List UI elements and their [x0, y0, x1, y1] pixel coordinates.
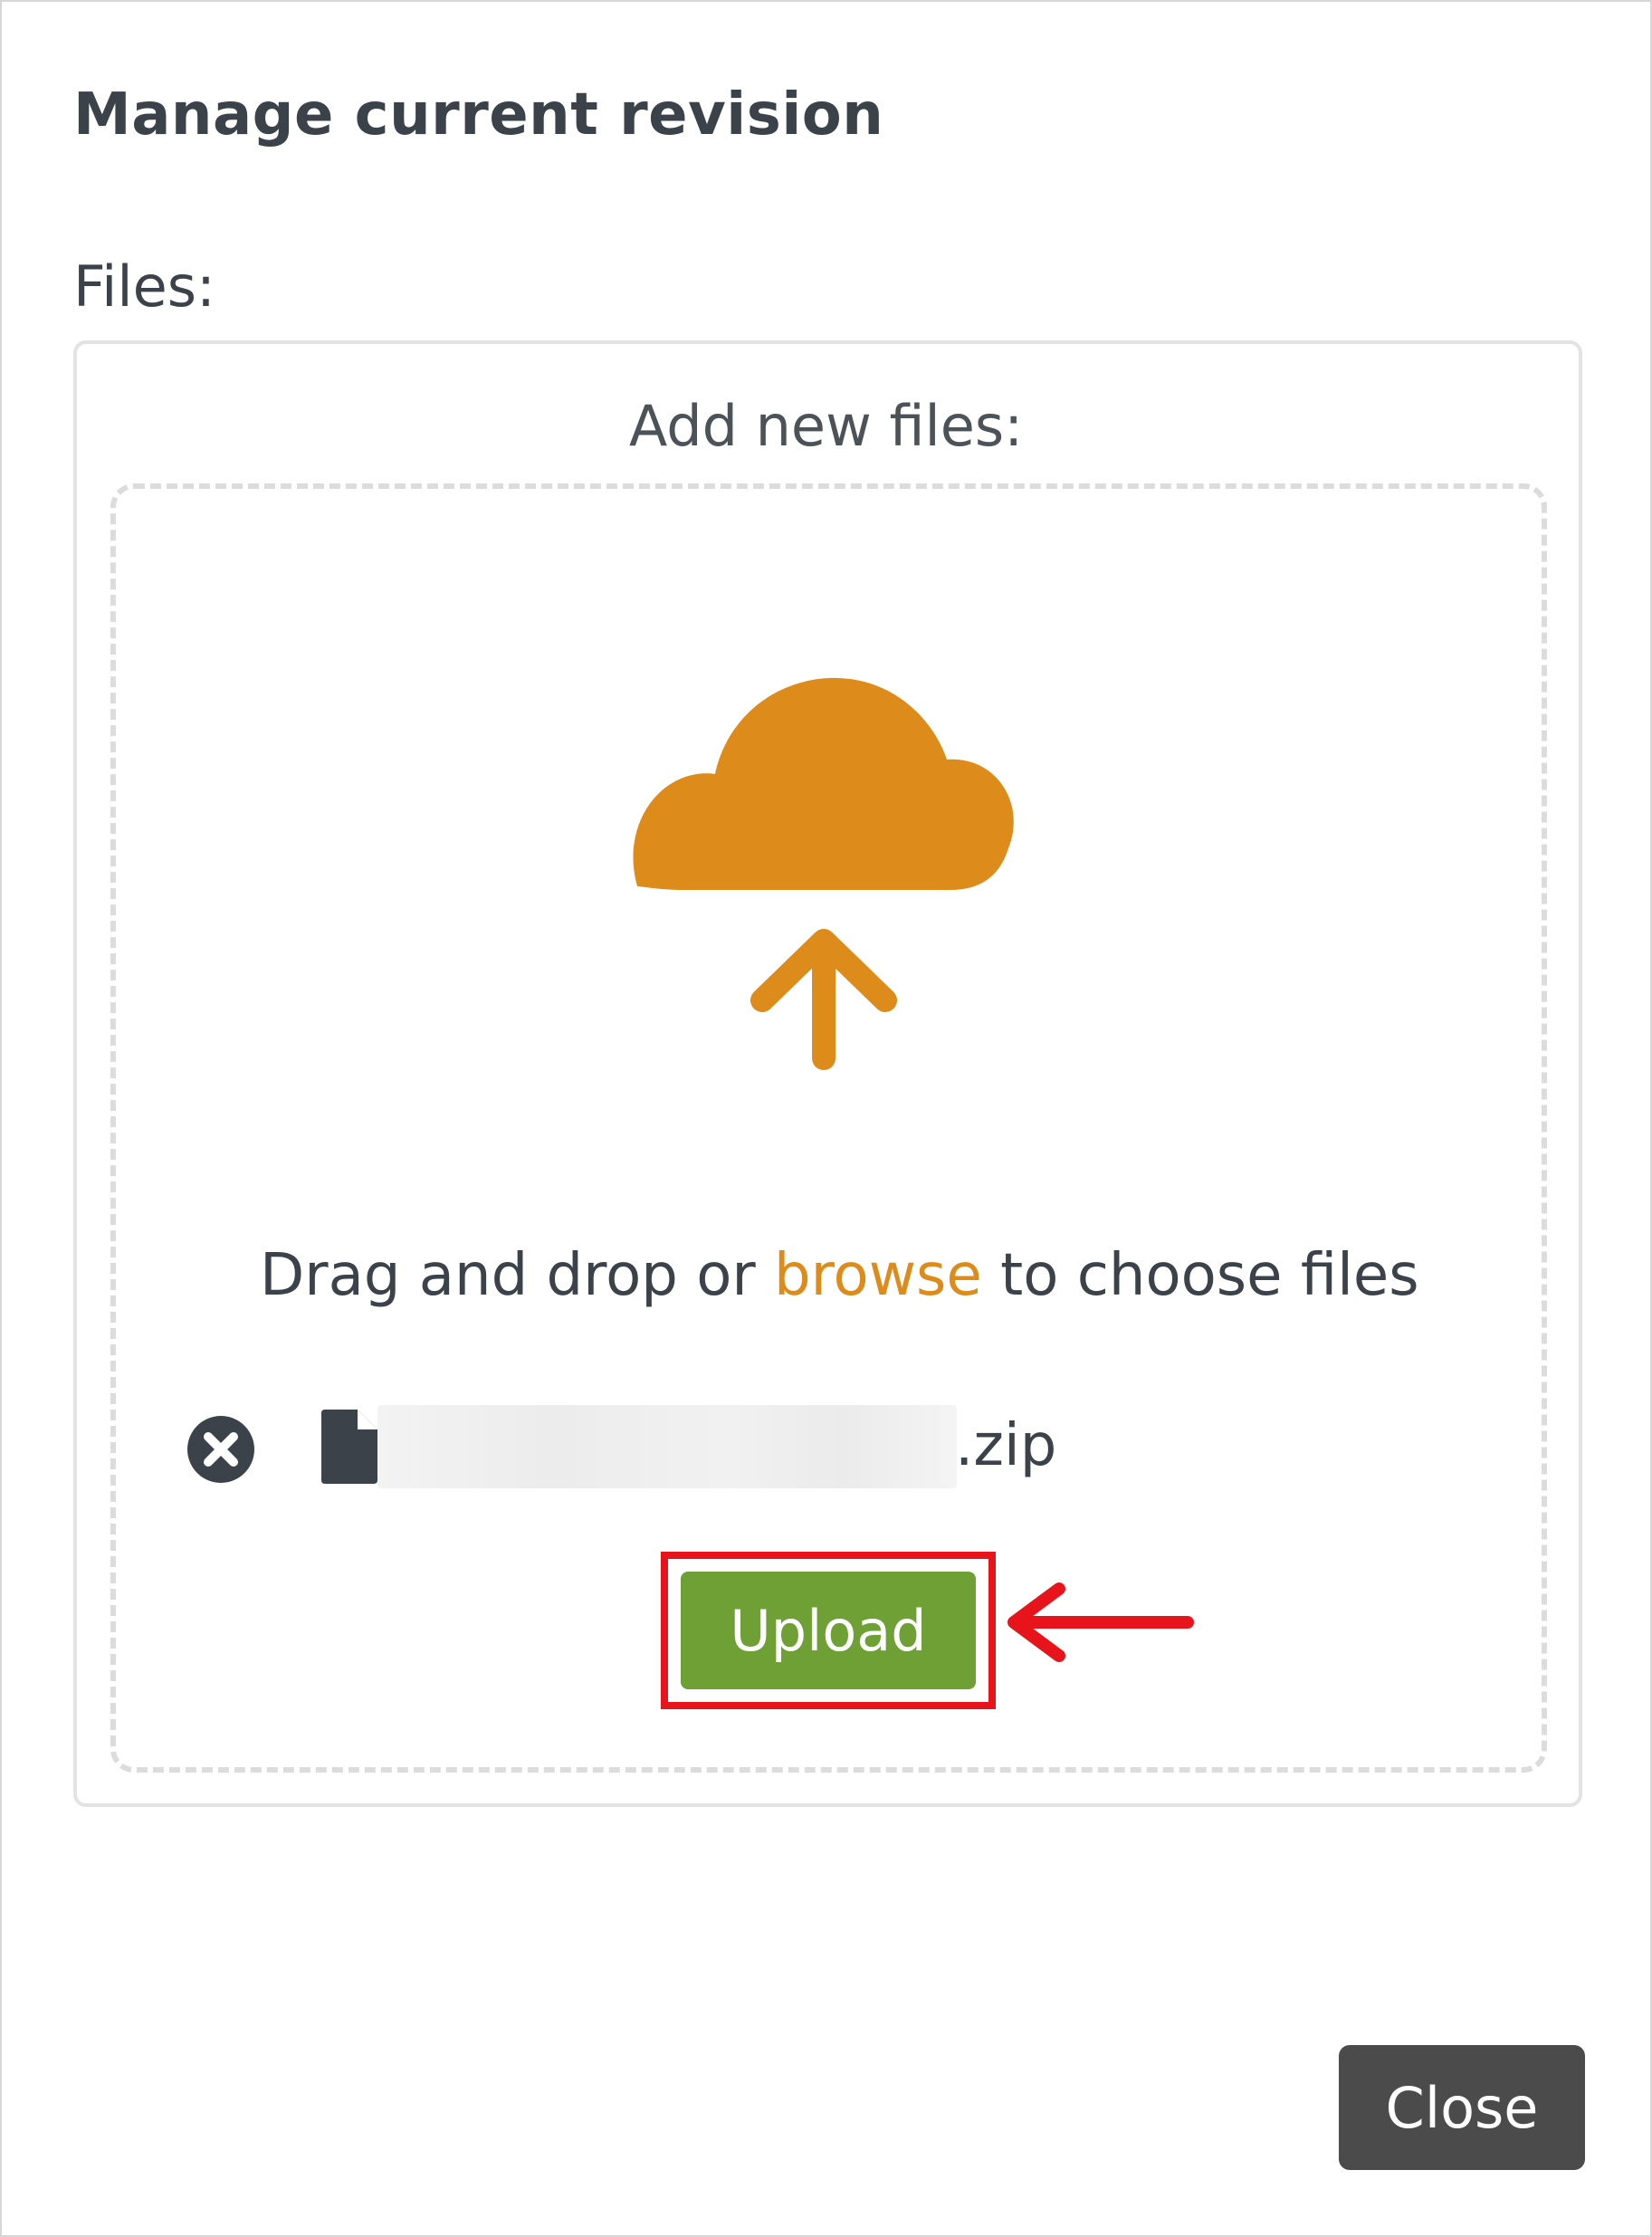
dropzone-text-after: to choose files	[981, 1242, 1419, 1309]
selected-file-row: .zip	[186, 1405, 1181, 1488]
cloud-upload-icon	[633, 677, 1014, 1070]
add-new-files-label: Add new files:	[628, 393, 1024, 459]
files-label: Files:	[73, 253, 215, 320]
file-icon	[321, 1410, 377, 1484]
close-button[interactable]: Close	[1339, 2045, 1585, 2170]
filename-extension: .zip	[955, 1412, 1057, 1479]
close-circle-icon[interactable]	[186, 1414, 256, 1485]
browse-link[interactable]: browse	[774, 1242, 982, 1309]
modal-title: Manage current revision	[73, 81, 884, 148]
dropzone-instructions: Drag and drop or browse to choose files	[260, 1242, 1419, 1309]
manage-revision-modal: Manage current revision Files: Add new f…	[0, 0, 1652, 2237]
dropzone-text-before: Drag and drop or	[260, 1242, 774, 1309]
pointer-arrow-icon	[1007, 1582, 1194, 1662]
filename-redacted	[377, 1405, 957, 1488]
upload-button[interactable]: Upload	[681, 1572, 976, 1689]
